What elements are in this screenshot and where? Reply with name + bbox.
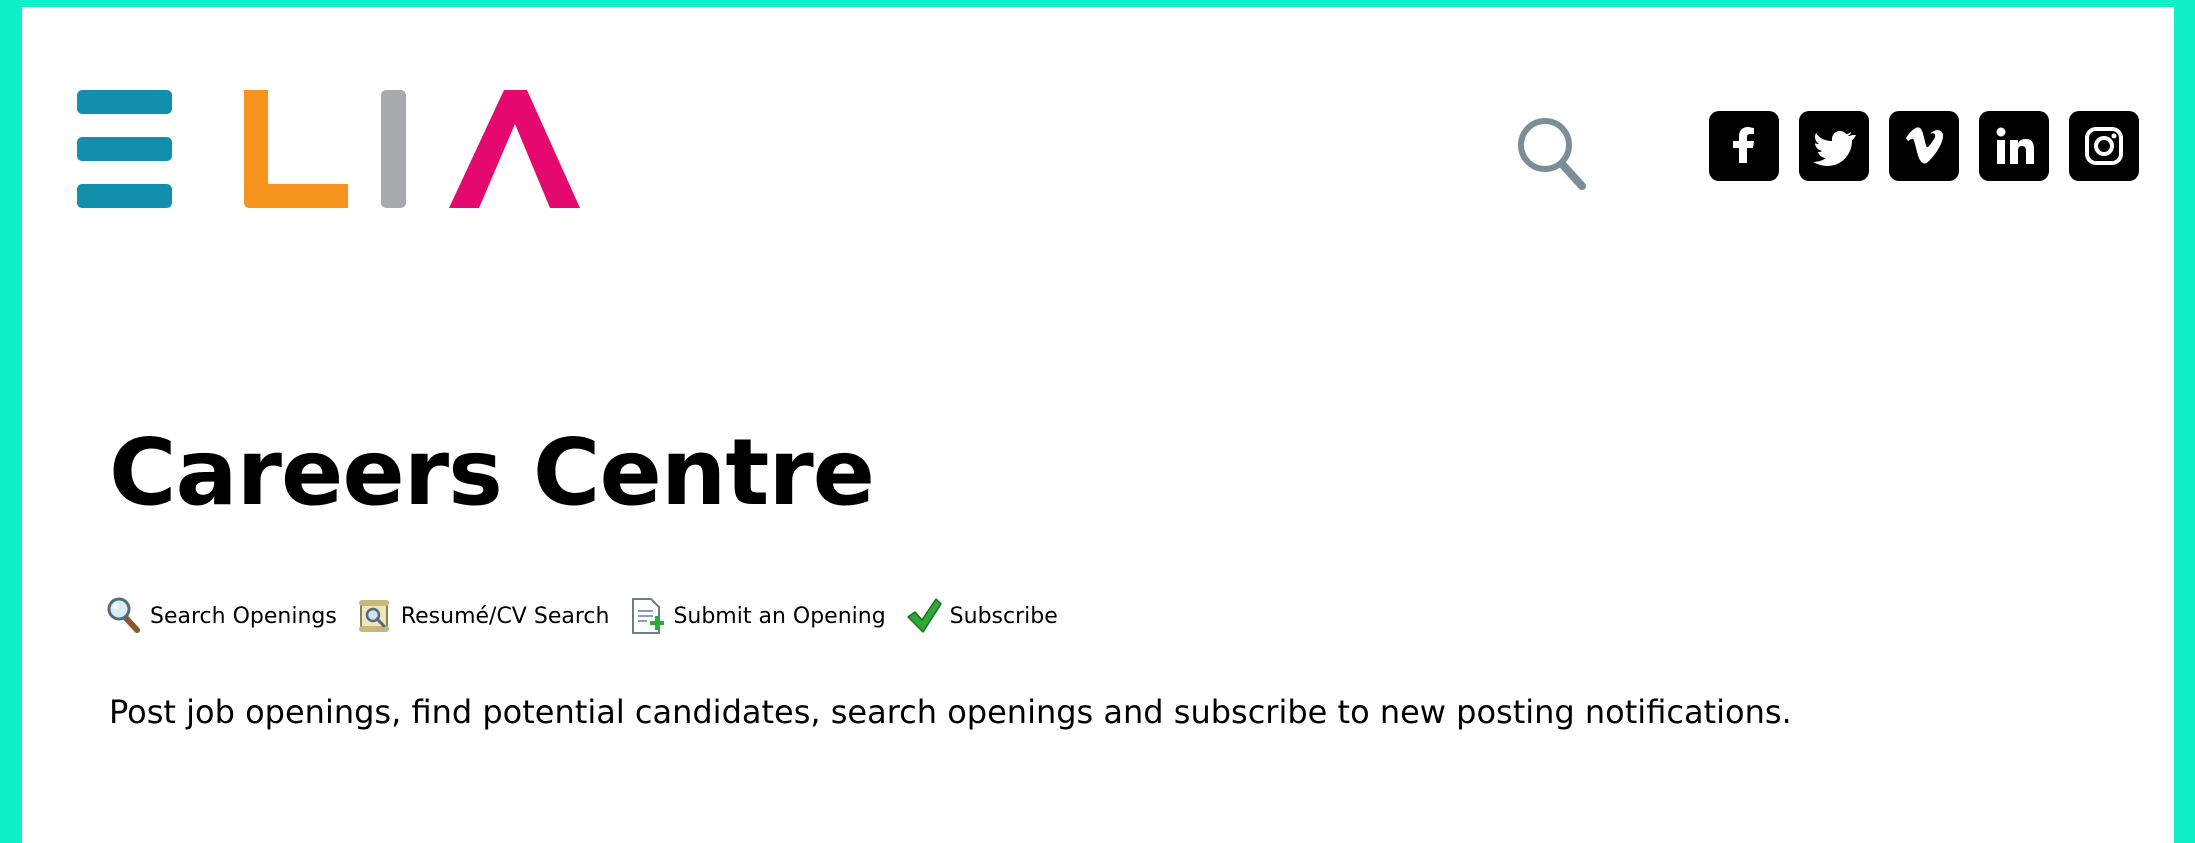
submit-opening-label: Submit an Opening — [673, 603, 886, 629]
page-frame: Careers Centre Search Openings Resumé/CV… — [22, 7, 2174, 843]
twitter-link[interactable] — [1799, 111, 1869, 181]
search-openings-label: Search Openings — [150, 603, 337, 629]
page-title: Careers Centre — [109, 419, 875, 526]
instagram-icon — [2085, 127, 2123, 165]
header-search-button[interactable] — [1512, 107, 1592, 197]
submit-opening-link[interactable]: Submit an Opening — [629, 597, 886, 635]
scroll-search-icon — [358, 600, 389, 632]
twitter-icon — [1813, 131, 1856, 166]
document-add-icon — [632, 598, 665, 634]
careers-nav: Search Openings Resumé/CV Search Submit … — [106, 597, 1078, 635]
intro-text: Post job openings, find potential candid… — [109, 693, 1792, 731]
search-icon — [1518, 118, 1586, 190]
subscribe-link[interactable]: Subscribe — [906, 597, 1058, 635]
subscribe-label: Subscribe — [949, 603, 1058, 629]
facebook-link[interactable] — [1709, 111, 1779, 181]
facebook-icon — [1733, 127, 1754, 163]
elia-logo[interactable] — [77, 84, 597, 219]
magnifier-icon — [107, 597, 140, 633]
resume-cv-search-link[interactable]: Resumé/CV Search — [357, 597, 610, 635]
linkedin-icon — [1996, 127, 2034, 164]
vimeo-icon — [1906, 127, 1944, 164]
search-openings-link[interactable]: Search Openings — [106, 597, 337, 635]
resume-cv-search-label: Resumé/CV Search — [400, 603, 610, 629]
vimeo-link[interactable] — [1889, 111, 1959, 181]
linkedin-link[interactable] — [1979, 111, 2049, 181]
instagram-link[interactable] — [2069, 111, 2139, 181]
checkmark-icon — [906, 598, 942, 633]
